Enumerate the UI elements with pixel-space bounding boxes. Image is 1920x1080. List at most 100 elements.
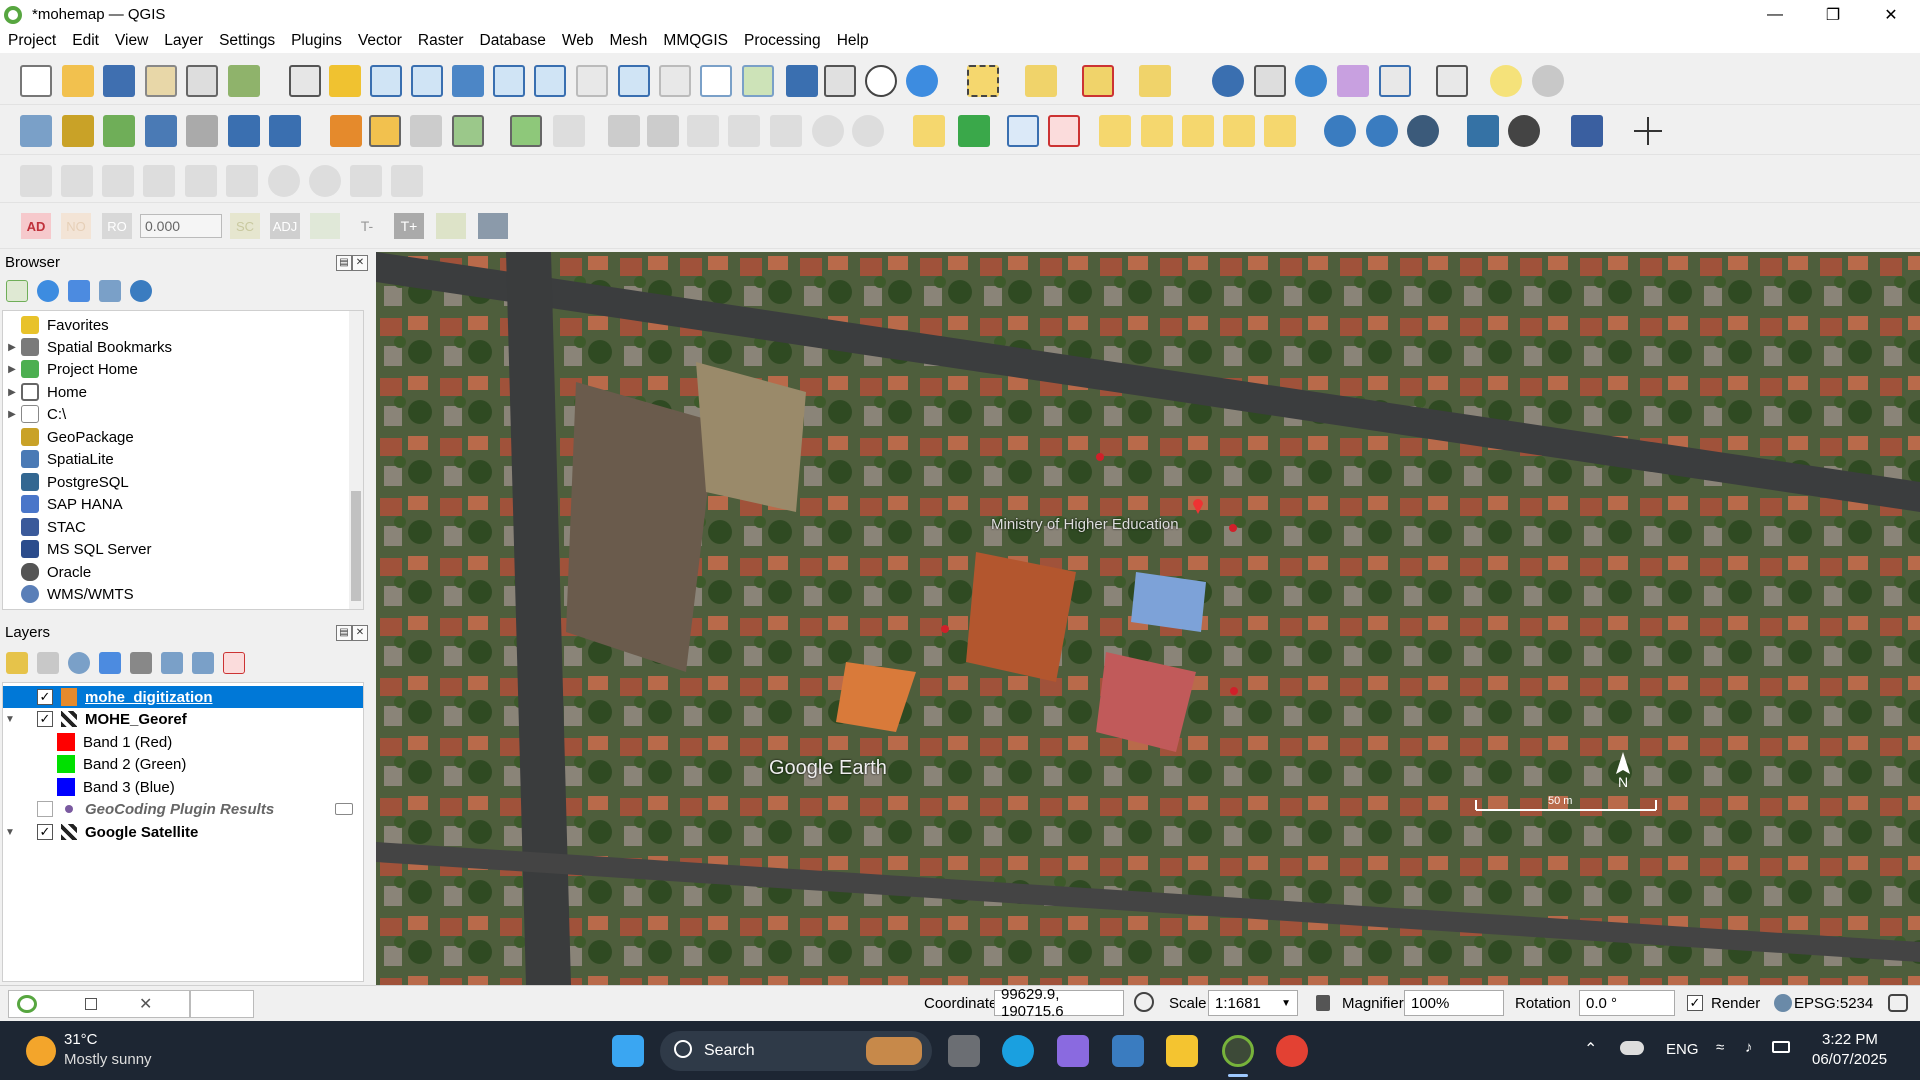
vertex-tool-icon[interactable]: [553, 115, 585, 147]
paste-features-icon[interactable]: [770, 115, 802, 147]
properties-widget-icon[interactable]: [130, 280, 152, 302]
zoom-last-icon[interactable]: [618, 65, 650, 97]
menu-layer[interactable]: Layer: [156, 32, 211, 50]
browser-item-c-drive[interactable]: ▶ C:\: [3, 403, 66, 425]
close-button[interactable]: ✕: [1862, 0, 1920, 29]
style-manager-icon[interactable]: [228, 65, 260, 97]
add-mesh-layer-icon[interactable]: [269, 115, 301, 147]
select-by-value-icon[interactable]: [1025, 65, 1057, 97]
open-field-calculator-icon[interactable]: [1379, 65, 1411, 97]
browser-item-project-home[interactable]: ▶ Project Home: [3, 358, 138, 380]
scale-input[interactable]: 1:1681 ▼: [1208, 990, 1298, 1016]
browser-scrollbar[interactable]: [349, 311, 363, 609]
menu-web[interactable]: Web: [554, 32, 602, 50]
zoom-out-icon[interactable]: [411, 65, 443, 97]
sc-button[interactable]: SC: [230, 213, 260, 239]
browser-item-home[interactable]: ▶ Home: [3, 381, 87, 403]
adj-button[interactable]: ADJ: [270, 213, 300, 239]
language-indicator[interactable]: ENG: [1666, 1041, 1699, 1058]
pan-to-selection-icon[interactable]: [329, 65, 361, 97]
coordinate-input[interactable]: 99629.9, 190715.6: [994, 986, 1124, 1020]
layer-mohe-digitization[interactable]: ✓ mohe_digitization: [3, 686, 363, 708]
distance-value-input[interactable]: 0.000: [140, 214, 222, 238]
add-line-feature-icon[interactable]: [452, 115, 484, 147]
georeferencer-icon[interactable]: [1366, 115, 1398, 147]
volume-icon[interactable]: ♪: [1745, 1039, 1753, 1056]
pin-labels-icon[interactable]: [1099, 115, 1131, 147]
layer-indicator-icon[interactable]: [335, 803, 353, 815]
layer-diagram-icon[interactable]: [958, 115, 990, 147]
close-browser-button[interactable]: ✕: [352, 255, 368, 271]
browser-item-ms-sql-server[interactable]: MS SQL Server: [3, 538, 151, 560]
menu-settings[interactable]: Settings: [211, 32, 283, 50]
layer-geocoding-results[interactable]: GeoCoding Plugin Results: [3, 798, 363, 820]
menu-edit[interactable]: Edit: [64, 32, 107, 50]
filter-browser-icon[interactable]: [68, 280, 90, 302]
chrome-icon[interactable]: [1276, 1035, 1308, 1067]
minimize-button[interactable]: —: [1746, 0, 1804, 29]
browser-item-sap-hana[interactable]: SAP HANA: [3, 493, 123, 515]
locator-bar[interactable]: ✕: [8, 990, 190, 1018]
new-geopackage-layer-icon[interactable]: [62, 115, 94, 147]
move-label-icon[interactable]: [1182, 115, 1214, 147]
maximize-button[interactable]: ❐: [1804, 0, 1862, 29]
show-bookmarks-icon[interactable]: [824, 65, 856, 97]
browser-item-spatial-bookmarks[interactable]: ▶ Spatial Bookmarks: [3, 336, 172, 358]
new-spatialite-layer-icon[interactable]: [145, 115, 177, 147]
cut-features-icon[interactable]: [687, 115, 719, 147]
browser-item-stac[interactable]: STAC: [3, 516, 86, 538]
save-project-icon[interactable]: [103, 65, 135, 97]
no-button[interactable]: NO: [61, 213, 91, 239]
open-layer-styling-icon[interactable]: [6, 652, 28, 674]
crs-button[interactable]: EPSG:5234: [1794, 995, 1873, 1012]
browser-item-wms-wmts[interactable]: WMS/WMTS: [3, 583, 134, 605]
add-ring-icon[interactable]: [102, 165, 134, 197]
browser-item-favorites[interactable]: Favorites: [3, 314, 109, 336]
start-windows-icon[interactable]: [612, 1035, 644, 1067]
chevron-up-icon[interactable]: ⌃: [1584, 1039, 1597, 1059]
collapse-arrow-icon[interactable]: ▼: [3, 827, 17, 838]
qgis-taskbar-icon[interactable]: [1222, 1035, 1254, 1067]
menu-mmqgis[interactable]: MMQGIS: [655, 32, 736, 50]
offset-curve-icon[interactable]: [350, 165, 382, 197]
processing-toolbox-icon[interactable]: [1295, 65, 1327, 97]
new-print-layout-icon[interactable]: [145, 65, 177, 97]
select-location-icon[interactable]: [1139, 65, 1171, 97]
add-raster-layer-icon[interactable]: [228, 115, 260, 147]
python-console-icon[interactable]: [1467, 115, 1499, 147]
new-3d-map-view-icon[interactable]: [742, 65, 774, 97]
map-tips-icon[interactable]: [1490, 65, 1522, 97]
refresh-browser-icon[interactable]: [37, 280, 59, 302]
locator-icon[interactable]: [1532, 65, 1564, 97]
zoom-in-icon[interactable]: [370, 65, 402, 97]
metasearch-icon[interactable]: [1324, 115, 1356, 147]
add-selected-layers-icon[interactable]: [6, 280, 28, 302]
settings-button[interactable]: [478, 213, 508, 239]
progress-field[interactable]: [190, 990, 254, 1018]
t-plus-button[interactable]: T+: [394, 213, 424, 239]
layer-mohe-georef[interactable]: ▼ ✓ MOHE_Georef: [3, 708, 363, 730]
open-project-icon[interactable]: [62, 65, 94, 97]
clock-time[interactable]: 3:22 PM: [1822, 1031, 1878, 1048]
new-virtual-layer-icon[interactable]: [186, 115, 218, 147]
save-layer-edits-icon[interactable]: [410, 115, 442, 147]
zoom-selection-icon[interactable]: [493, 65, 525, 97]
close-icon[interactable]: ✕: [139, 994, 152, 1014]
add-polygon-feature-icon[interactable]: [510, 115, 542, 147]
refresh-icon[interactable]: [906, 65, 938, 97]
browser-item-geopackage[interactable]: GeoPackage: [3, 426, 134, 448]
remove-layer-icon[interactable]: [223, 652, 245, 674]
magnifier-input[interactable]: 100%: [1404, 990, 1504, 1016]
layer-visibility-checkbox[interactable]: ✓: [37, 711, 53, 727]
undock-browser-button[interactable]: ▤: [336, 255, 352, 271]
expand-all-icon[interactable]: [161, 652, 183, 674]
temporal-controller-icon[interactable]: [865, 65, 897, 97]
microsoft-store-icon[interactable]: [1112, 1035, 1144, 1067]
menu-raster[interactable]: Raster: [410, 32, 472, 50]
task-view-icon[interactable]: [948, 1035, 980, 1067]
add-part-icon[interactable]: [143, 165, 175, 197]
menu-view[interactable]: View: [107, 32, 156, 50]
copy-features-icon[interactable]: [728, 115, 760, 147]
show-hide-labels-icon[interactable]: [1141, 115, 1173, 147]
wifi-icon[interactable]: ≈: [1716, 1039, 1724, 1056]
